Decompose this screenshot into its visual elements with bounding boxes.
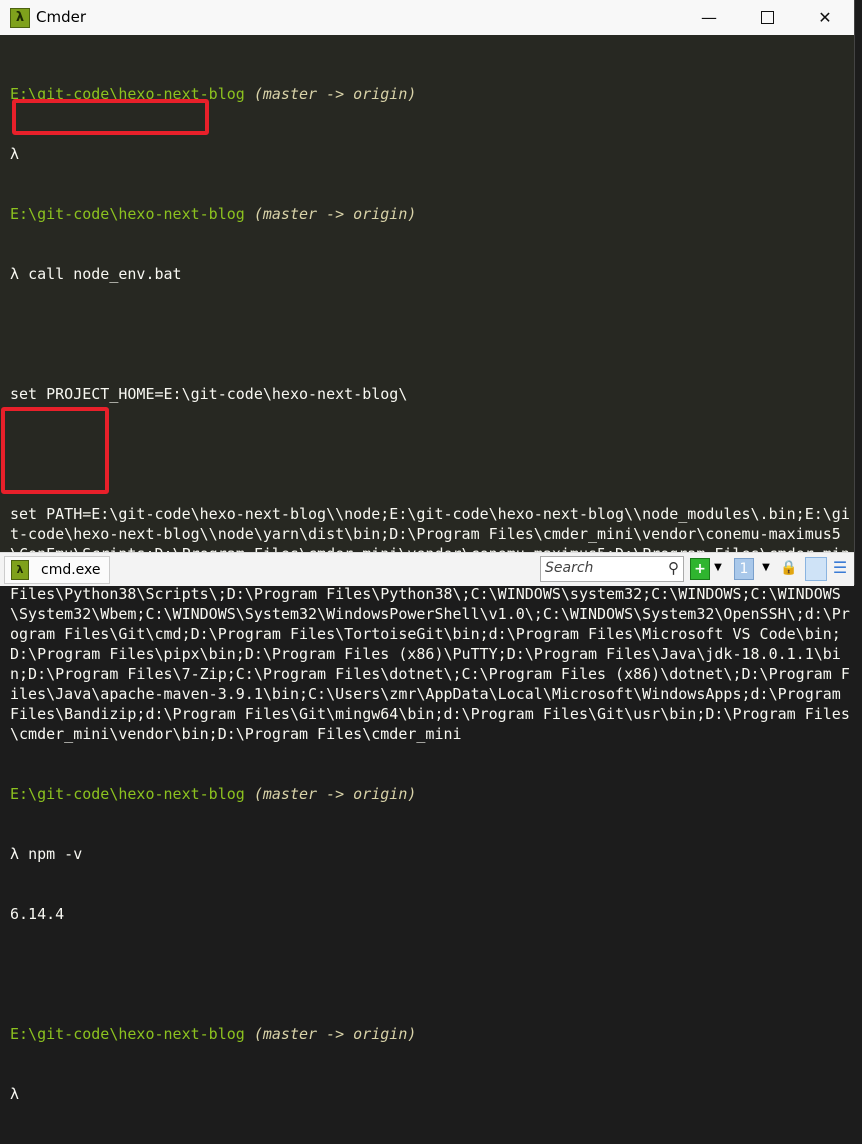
output-path: set PATH=E:\git-code\hexo-next-blog\\nod…: [10, 505, 850, 743]
prompt-symbol: λ: [10, 145, 20, 163]
close-button[interactable]: ✕: [796, 0, 854, 35]
prompt-path: E:\git-code\hexo-next-blog: [10, 205, 245, 223]
menu-icon[interactable]: ☰: [832, 558, 848, 578]
search-input[interactable]: [541, 557, 659, 579]
prompt-path: E:\git-code\hexo-next-blog: [10, 785, 245, 803]
cmder-window: λ Cmder — ✕ E:\git-code\hexo-next-blog (…: [0, 0, 855, 1103]
prompt-branch: (master -> origin): [253, 1025, 417, 1043]
search-box[interactable]: ⚲: [540, 556, 684, 582]
command-text: call node_env.bat: [28, 265, 182, 283]
maximize-button[interactable]: [738, 0, 796, 35]
dropdown-icon[interactable]: ▼: [712, 558, 724, 578]
prompt-branch: (master -> origin): [253, 785, 417, 803]
prompt-path: E:\git-code\hexo-next-blog: [10, 1025, 245, 1043]
prompt-symbol: λ: [10, 845, 20, 863]
prompt-branch: (master -> origin): [253, 85, 417, 103]
status-bar: λ cmd.exe ⚲ + ▼ 1 ▼ 🔒 ☰: [0, 552, 854, 586]
output-line: set PROJECT_HOME=E:\git-code\hexo-next-b…: [10, 385, 408, 403]
prompt-symbol: λ: [10, 1085, 20, 1103]
prompt-line: E:\git-code\hexo-next-blog (master -> or…: [10, 1024, 850, 1044]
prompt-line: E:\git-code\hexo-next-blog (master -> or…: [10, 204, 850, 224]
lambda-icon: λ: [10, 8, 30, 28]
command-text: npm -v: [28, 845, 83, 863]
highlight-box: [12, 99, 209, 135]
lambda-icon: λ: [11, 560, 29, 580]
split-view-icon[interactable]: [805, 557, 827, 581]
minimize-button[interactable]: —: [680, 0, 738, 35]
command-line: λ call node_env.bat: [10, 264, 850, 284]
console-tab[interactable]: λ cmd.exe: [4, 556, 110, 584]
lock-icon[interactable]: 🔒: [780, 558, 798, 578]
prompt-branch: (master -> origin): [253, 205, 417, 223]
terminal-output[interactable]: E:\git-code\hexo-next-blog (master -> or…: [10, 44, 850, 1144]
output-line: 6.14.4: [10, 905, 65, 923]
highlight-box: [1, 407, 109, 494]
new-console-icon[interactable]: +: [690, 558, 710, 580]
command-line: λ npm -v: [10, 844, 850, 864]
search-icon[interactable]: ⚲: [668, 559, 679, 577]
prompt-line: E:\git-code\hexo-next-blog (master -> or…: [10, 784, 850, 804]
console-list-icon[interactable]: 1: [734, 558, 754, 580]
tab-label: cmd.exe: [41, 562, 101, 578]
window-title: Cmder: [36, 8, 87, 26]
title-bar[interactable]: λ Cmder — ✕: [0, 0, 854, 35]
dropdown-icon[interactable]: ▼: [760, 558, 772, 578]
prompt-symbol: λ: [10, 265, 20, 283]
